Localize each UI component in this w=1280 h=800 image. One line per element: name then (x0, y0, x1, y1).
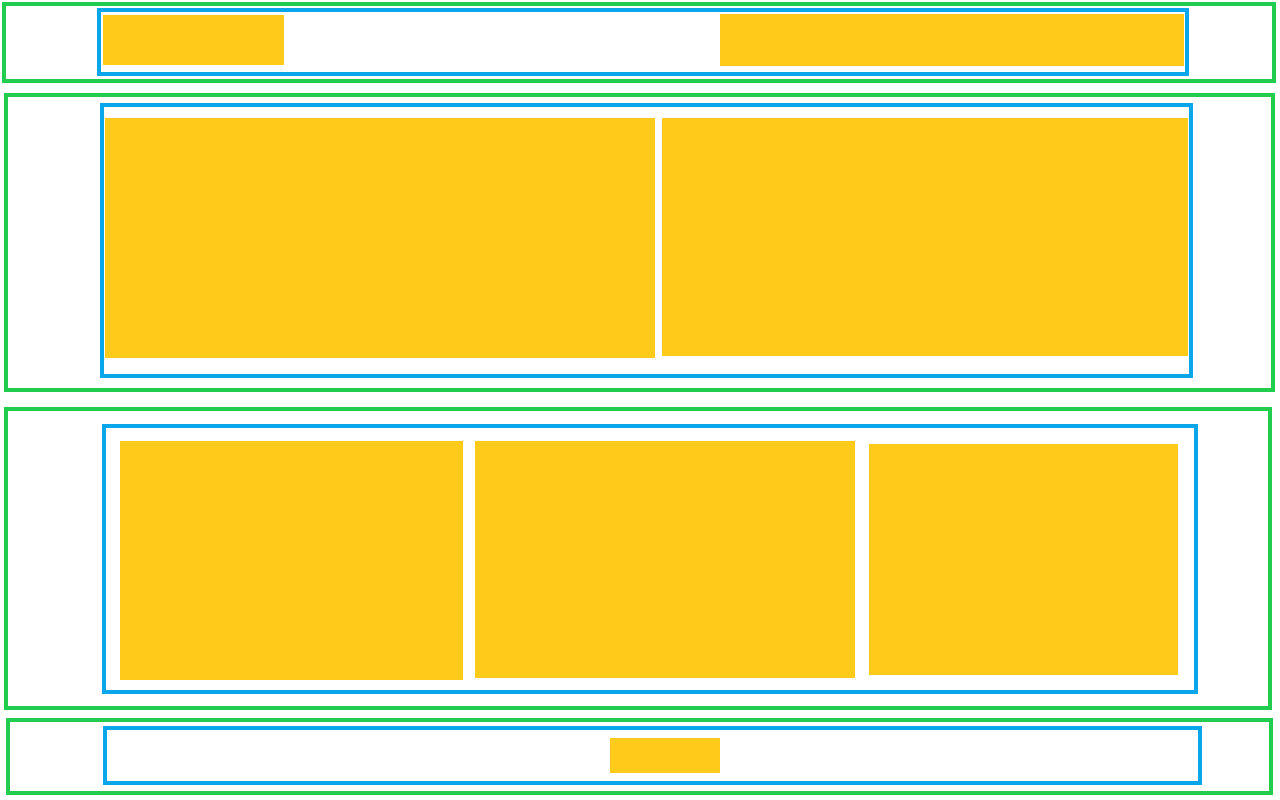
footer-center-block (610, 738, 720, 773)
three-column-middle-block (475, 441, 855, 678)
two-column-left-block (105, 118, 655, 358)
three-column-right-block (869, 444, 1178, 675)
header-right-block (720, 14, 1184, 66)
two-column-right-block (662, 118, 1188, 356)
header-left-block (103, 15, 284, 65)
three-column-left-block (120, 441, 463, 680)
